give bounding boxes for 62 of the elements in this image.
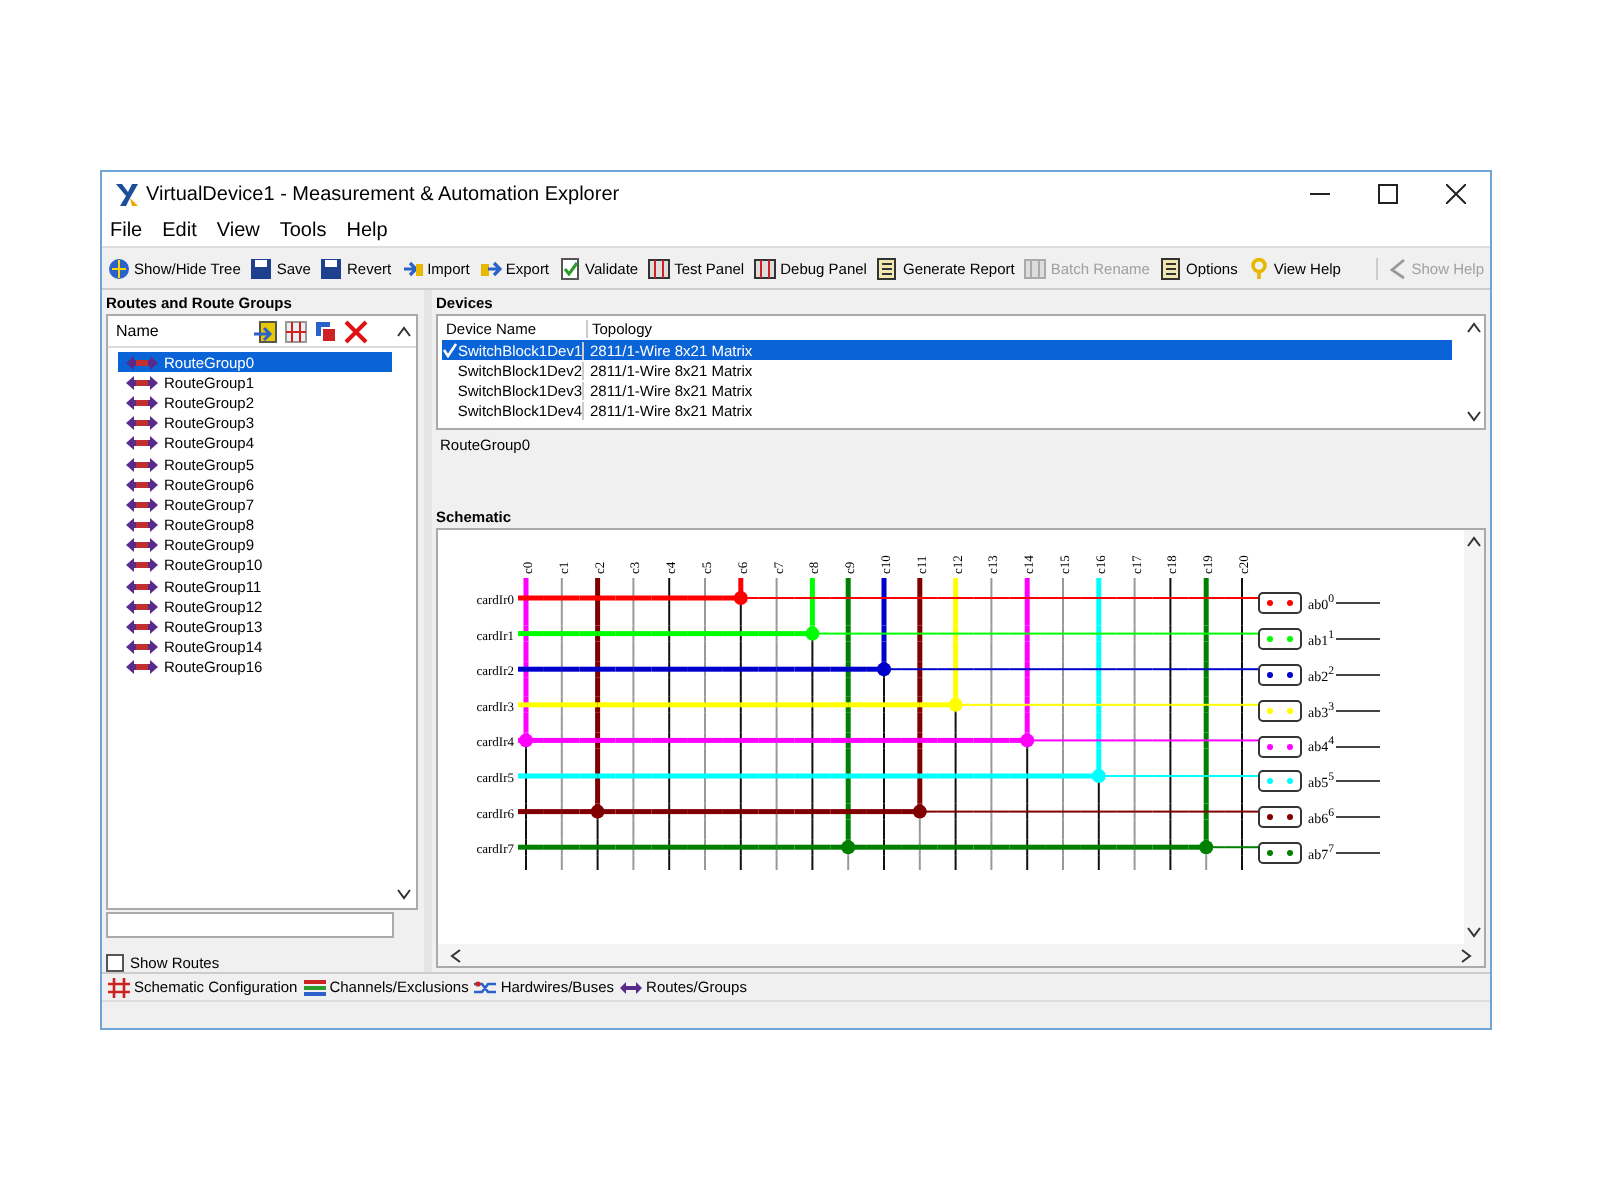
app-logo-icon	[114, 181, 140, 207]
stacked-squares-icon[interactable]	[314, 319, 338, 343]
terminal-icon	[1258, 841, 1302, 864]
window-title: VirtualDevice1 - Measurement & Automation Explorer	[146, 183, 620, 205]
panel-icon	[754, 257, 777, 279]
scroll-up-icon[interactable]	[1466, 536, 1482, 548]
arrow-out-of-box-icon	[479, 257, 502, 279]
double-arrow-icon	[126, 558, 158, 573]
globe-icon	[108, 257, 130, 279]
double-arrow-icon	[126, 395, 158, 410]
scroll-left-icon[interactable]	[450, 947, 462, 963]
scroll-up-icon[interactable]	[1466, 322, 1482, 334]
input-field[interactable]	[106, 912, 394, 938]
double-arrow-icon	[126, 660, 158, 675]
help-icon	[1247, 257, 1270, 279]
double-arrow-icon	[126, 538, 158, 553]
checked-document-icon	[559, 257, 582, 279]
menu-item[interactable]: Help	[346, 220, 388, 242]
chevron-left-icon	[1385, 257, 1408, 279]
scroll-right-icon[interactable]	[1460, 947, 1472, 963]
panel-icon	[648, 257, 671, 279]
double-arrow-icon	[126, 579, 158, 594]
grid-icon[interactable]	[284, 319, 308, 343]
document-icon	[876, 257, 899, 279]
scroll-down-icon[interactable]	[1466, 926, 1482, 938]
striped-icon	[303, 977, 326, 997]
menu-item[interactable]: Edit	[162, 220, 197, 242]
double-arrow-icon	[126, 477, 158, 492]
terminal-icon	[1258, 592, 1302, 615]
double-arrow-icon	[126, 457, 158, 472]
terminal-icon	[1258, 628, 1302, 651]
column-header[interactable]: Name	[116, 322, 248, 340]
document-icon	[1159, 257, 1182, 279]
double-arrow-icon	[126, 416, 158, 431]
double-arrow-icon	[126, 518, 158, 533]
double-arrow-icon	[126, 375, 158, 390]
terminal-icon	[1258, 663, 1302, 686]
terminal-icon	[1258, 806, 1302, 829]
terminal-icon	[1258, 735, 1302, 758]
delete-icon[interactable]	[344, 319, 368, 343]
scroll-up-icon[interactable]	[396, 325, 412, 337]
scroll-down-icon[interactable]	[1466, 410, 1482, 422]
close-icon[interactable]	[1446, 184, 1466, 204]
menu-item[interactable]: File	[110, 220, 143, 242]
terminal-icon	[1258, 770, 1302, 793]
double-arrow-icon	[126, 620, 158, 635]
scroll-down-icon[interactable]	[396, 888, 412, 900]
panel-icon	[1024, 257, 1047, 279]
double-arrow-icon	[126, 436, 158, 451]
double-arrow-icon	[620, 977, 643, 997]
maximize-icon[interactable]	[1378, 184, 1398, 204]
double-arrow-icon	[126, 599, 158, 614]
double-arrow-icon	[126, 640, 158, 655]
terminal-icon	[1258, 699, 1302, 722]
crossed-wires-icon	[474, 977, 497, 997]
double-arrow-icon	[126, 497, 158, 512]
grid-icon	[108, 977, 130, 997]
double-arrow-icon	[126, 355, 158, 370]
arrow-into-box-icon	[401, 257, 424, 279]
menu-item[interactable]: Tools	[279, 220, 327, 242]
arrow-box-icon[interactable]	[254, 319, 278, 343]
menu-item[interactable]: View	[216, 220, 260, 242]
